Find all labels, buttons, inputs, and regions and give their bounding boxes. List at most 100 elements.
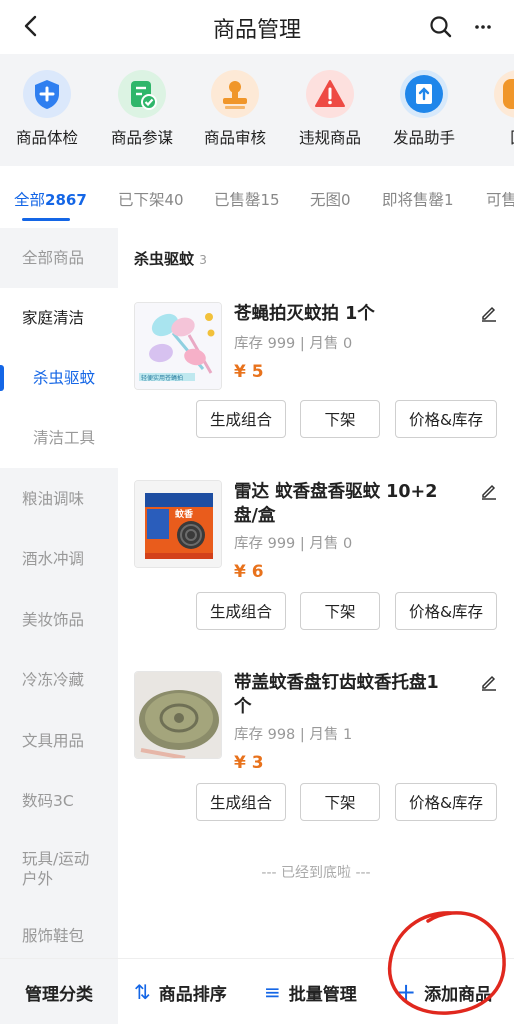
end-of-list-note: --- 已经到底啦 --- [261, 865, 371, 881]
tab-off-shelf[interactable]: 已下架40 [118, 188, 184, 210]
product-stock-sales: 库存 998 | 月售 1 [234, 727, 353, 743]
shortcut-product-advisor[interactable]: 商品参谋 [97, 70, 187, 148]
shortcut-label: 回 [473, 126, 514, 148]
sold-text: 月售 1 [309, 727, 353, 743]
product-card[interactable]: 轻便实用苍蝇拍 苍蝇拍灭蚊拍 1个 库存 999 | 月售 0 ¥ 5 生成组合… [118, 302, 514, 482]
product-card[interactable]: 带盖蚊香盘钉齿蚊香托盘1个 库存 998 | 月售 1 ¥ 3 生成组合 下架 … [118, 671, 514, 851]
price-stock-button[interactable]: 价格&库存 [395, 400, 497, 438]
tab-count: 2867 [45, 191, 87, 209]
generate-combo-button[interactable]: 生成组合 [196, 400, 286, 438]
batch-label: 批量管理 [288, 984, 357, 1005]
product-stock-sales: 库存 999 | 月售 0 [234, 536, 353, 552]
stock-text: 库存 998 [234, 727, 296, 743]
stock-text: 库存 999 [234, 336, 296, 352]
thumb-caption: 轻便实用苍蝇拍 [141, 374, 183, 382]
sort-products-button[interactable]: ⇅ 商品排序 [134, 959, 227, 1024]
tab-count: 15 [260, 191, 280, 209]
sort-icon: ⇅ [134, 980, 151, 1004]
shortcut-violation-products[interactable]: 违规商品 [285, 70, 375, 148]
edit-icon[interactable] [480, 673, 498, 691]
product-price: ¥ 3 [234, 753, 264, 773]
tab-label: 无图 [310, 191, 342, 209]
sidebar-item-cleaning-tools[interactable]: 清洁工具 [0, 428, 118, 448]
shortcut-label: 商品参谋 [110, 129, 173, 147]
tab-count: 0 [341, 191, 351, 209]
shortcut-product-check[interactable]: 商品体检 [2, 70, 92, 148]
edit-icon[interactable] [480, 304, 498, 322]
tab-label: 已售罄 [214, 191, 261, 209]
sidebar-item-drinks[interactable]: 酒水冲调 [0, 549, 118, 569]
tab-label: 已下架 [118, 191, 165, 209]
take-off-shelf-button[interactable]: 下架 [300, 592, 380, 630]
price-stock-button[interactable]: 价格&库存 [395, 783, 497, 821]
sidebar-item-insect-repellent[interactable]: 杀虫驱蚊 [0, 368, 118, 388]
tab-count: 1 [444, 191, 454, 209]
sidebar-item-apparel[interactable]: 服饰鞋包 [0, 926, 118, 946]
status-tabs: 全部2867 已下架40 已售罄15 无图0 即将售罄1 可售 [0, 166, 514, 228]
list-icon: ≡ [264, 980, 281, 1004]
sidebar-item-toys-sports[interactable]: 玩具/运动户外 [0, 849, 108, 889]
product-name: 雷达 蚊香盘香驱蚊 10+2盘/盒 [234, 482, 438, 526]
manage-category-button[interactable]: 管理分类 [0, 959, 118, 1024]
shield-plus-icon [23, 70, 71, 118]
sidebar-item-home-cleaning[interactable]: 家庭清洁 [0, 308, 118, 328]
section-title-text: 杀虫驱蚊 [134, 250, 195, 268]
section-title: 杀虫驱蚊 3 [134, 248, 207, 269]
shortcut-label: 商品体检 [15, 129, 78, 147]
header: 商品管理 [0, 0, 514, 54]
currency-symbol: ¥ [234, 562, 246, 582]
sidebar-item-grain-oil[interactable]: 粮油调味 [0, 489, 118, 509]
product-list: 杀虫驱蚊 3 轻便实用苍蝇拍 苍蝇拍灭蚊拍 1个 库存 999 | 月售 0 ¥… [118, 228, 514, 958]
search-icon[interactable] [428, 14, 454, 40]
product-stock-sales: 库存 999 | 月售 0 [234, 336, 353, 352]
stock-text: 库存 999 [234, 536, 296, 552]
take-off-shelf-button[interactable]: 下架 [300, 400, 380, 438]
price-value: 5 [251, 362, 264, 382]
product-card[interactable]: 蚊香 雷达 蚊香盘香驱蚊 10+2盘/盒 库存 999 | 月售 0 ¥ 6 生… [118, 480, 514, 660]
annotation-circle [387, 911, 506, 1015]
tab-label: 可售 [486, 191, 514, 209]
price-stock-button[interactable]: 价格&库存 [395, 592, 497, 630]
active-tab-indicator [22, 218, 70, 221]
shortcut-partial[interactable]: 回 [473, 70, 514, 148]
upload-book-icon [400, 70, 448, 118]
sidebar-item-stationery[interactable]: 文具用品 [0, 731, 118, 751]
currency-symbol: ¥ [234, 753, 246, 773]
more-options-icon[interactable] [470, 14, 496, 40]
tab-sold-out[interactable]: 已售罄15 [214, 188, 280, 210]
generate-combo-button[interactable]: 生成组合 [196, 592, 286, 630]
product-name: 带盖蚊香盘钉齿蚊香托盘1个 [234, 673, 439, 717]
sidebar-item-frozen[interactable]: 冷冻冷藏 [0, 670, 118, 690]
product-name: 苍蝇拍灭蚊拍 1个 [234, 304, 375, 324]
product-thumbnail[interactable] [134, 671, 222, 759]
partial-icon [494, 70, 514, 118]
sold-text: 月售 0 [309, 536, 353, 552]
shortcut-label: 商品审核 [203, 129, 266, 147]
edit-icon[interactable] [480, 482, 498, 500]
price-value: 6 [251, 562, 264, 582]
product-price: ¥ 6 [234, 562, 264, 582]
shortcut-listing-assistant[interactable]: 发品助手 [379, 70, 469, 148]
stamp-icon [211, 70, 259, 118]
generate-combo-button[interactable]: 生成组合 [196, 783, 286, 821]
sidebar-item-beauty[interactable]: 美妆饰品 [0, 610, 118, 630]
shortcut-label: 发品助手 [392, 129, 455, 147]
shortcut-label: 违规商品 [298, 129, 361, 147]
tab-no-image[interactable]: 无图0 [310, 188, 351, 210]
thumb-caption: 蚊香 [175, 508, 194, 520]
tab-almost-sold-out[interactable]: 即将售罄1 [382, 188, 454, 210]
take-off-shelf-button[interactable]: 下架 [300, 783, 380, 821]
tab-available[interactable]: 可售 [486, 188, 514, 210]
batch-manage-button[interactable]: ≡ 批量管理 [264, 959, 357, 1024]
tab-count: 40 [164, 191, 184, 209]
sidebar-item-digital[interactable]: 数码3C [0, 791, 118, 811]
shortcut-bar: 商品体检 商品参谋 商品审核 违规商品 发品助手 回 [0, 54, 514, 166]
currency-symbol: ¥ [234, 362, 246, 382]
product-thumbnail[interactable]: 蚊香 [134, 480, 222, 568]
check-document-icon [118, 70, 166, 118]
sidebar-item-all[interactable]: 全部商品 [0, 248, 118, 268]
tab-all[interactable]: 全部2867 [14, 188, 87, 210]
shortcut-product-review[interactable]: 商品审核 [190, 70, 280, 148]
warning-triangle-icon [306, 70, 354, 118]
product-thumbnail[interactable]: 轻便实用苍蝇拍 [134, 302, 222, 390]
